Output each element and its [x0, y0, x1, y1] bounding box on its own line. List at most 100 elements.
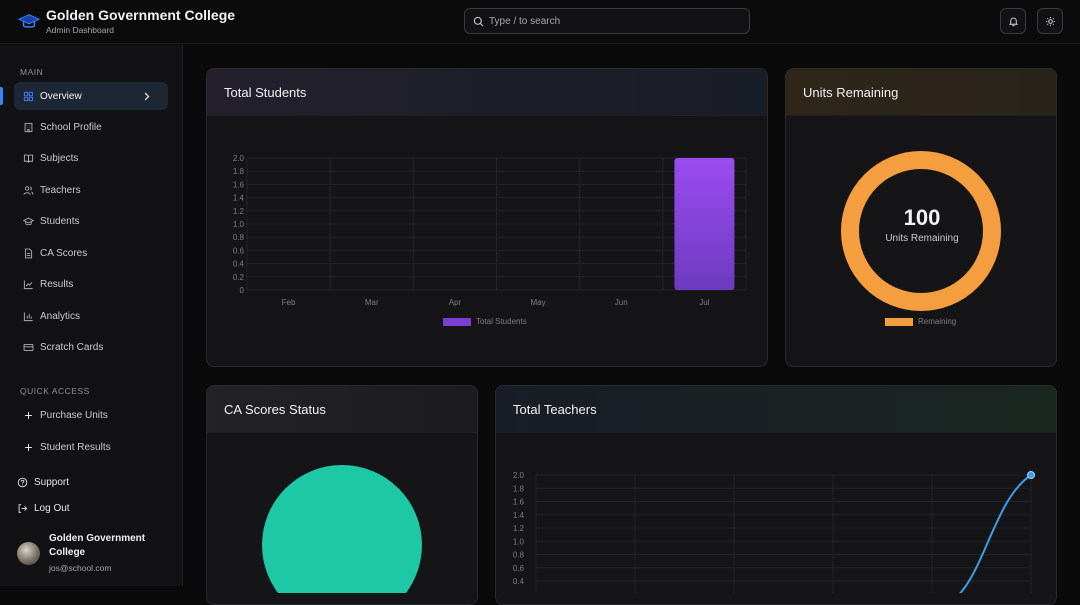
- user-profile[interactable]: Golden Government College jos@school.com: [17, 532, 159, 573]
- y-tick-label: 0: [240, 286, 245, 295]
- x-tick-label: Mar: [365, 298, 379, 307]
- avatar: [17, 542, 40, 565]
- sidebar-item-analytics[interactable]: Analytics: [14, 302, 168, 330]
- plus-icon: [25, 443, 32, 451]
- sidebar-item-label: Teachers: [40, 184, 81, 196]
- sidebar-item-scratch-cards[interactable]: Scratch Cards: [14, 333, 168, 361]
- book-icon: [23, 154, 34, 163]
- section-label-quick-access: QUICK ACCESS: [20, 386, 90, 396]
- y-tick-label: 0.6: [513, 564, 525, 573]
- card-title: Total Teachers: [496, 386, 1056, 433]
- card-title: CA Scores Status: [207, 386, 477, 433]
- y-tick-label: 1.0: [233, 220, 245, 229]
- y-tick-label: 0.8: [513, 551, 525, 560]
- file-icon: [24, 248, 33, 258]
- pie-slice[interactable]: [262, 465, 422, 593]
- sidebar-item-subjects[interactable]: Subjects: [14, 144, 168, 172]
- x-tick-label: May: [531, 298, 546, 307]
- brand[interactable]: Golden Government College Admin Dashboar…: [18, 7, 235, 36]
- donut-slice-remaining[interactable]: [841, 151, 1001, 311]
- sidebar-item-label: Students: [40, 215, 80, 227]
- building-icon: [24, 122, 33, 132]
- notifications-button[interactable]: [1000, 8, 1026, 34]
- grid-icon: [23, 91, 34, 101]
- x-tick-label: Apr: [449, 298, 462, 307]
- sidebar-item-ca-scores[interactable]: CA Scores: [14, 239, 168, 267]
- y-tick-label: 1.8: [233, 167, 245, 176]
- sidebar-item-label: CA Scores: [40, 247, 88, 259]
- legend-label: Total Students: [476, 317, 527, 326]
- quick-purchase-units[interactable]: Purchase Units: [14, 401, 168, 429]
- y-tick-label: 1.4: [513, 511, 525, 520]
- legend-swatch: [443, 317, 471, 326]
- y-tick-label: 1.8: [513, 484, 525, 493]
- legend-swatch: [885, 317, 913, 326]
- graduation-cap-icon: [23, 217, 34, 225]
- y-tick-label: 1.2: [513, 524, 525, 533]
- x-tick-label: Feb: [282, 298, 296, 307]
- units-remaining-card: Units Remaining 100 Units Remaining Rema…: [785, 68, 1057, 367]
- support-label: Support: [34, 477, 70, 488]
- sidebar-item-students[interactable]: Students: [14, 207, 168, 235]
- total-teachers-card: Total Teachers 0.4 0.6 0.8 1.0 1.2 1.4 1.6 1.8 2…: [495, 385, 1057, 605]
- graduation-cap-logo-icon: [18, 13, 40, 28]
- quick-item-label: Purchase Units: [40, 409, 108, 421]
- active-indicator: [0, 87, 3, 105]
- sidebar-item-label: Analytics: [40, 310, 81, 322]
- quick-student-results[interactable]: Student Results: [14, 433, 168, 461]
- donut-center-caption: Units Remaining: [885, 233, 959, 244]
- y-tick-label: 0.8: [233, 233, 245, 242]
- chart-legend[interactable]: Remaining: [885, 317, 956, 326]
- top-bar: Golden Government College Admin Dashboar…: [0, 0, 1080, 44]
- x-tick-label: Jun: [615, 298, 628, 307]
- chart-legend[interactable]: Total Students: [443, 317, 527, 326]
- logout-label: Log Out: [34, 503, 70, 514]
- total-students-card: Total Students 0 0.2 0.4 0.6 0.8 1.0 1.2 1.4 1.6…: [206, 68, 768, 367]
- user-name: Golden Government College: [49, 533, 146, 558]
- series-line[interactable]: [932, 474, 1032, 593]
- bell-icon: [1008, 17, 1018, 26]
- chevron-right-icon: [144, 92, 150, 100]
- y-tick-label: 1.4: [233, 194, 245, 203]
- quick-item-label: Student Results: [40, 441, 111, 453]
- y-tick-label: 2.0: [513, 471, 525, 480]
- bar[interactable]: [674, 158, 735, 290]
- sidebar-item-label: Overview: [40, 90, 82, 102]
- y-tick-label: 0.4: [233, 260, 245, 269]
- theme-toggle-button[interactable]: [1037, 8, 1063, 34]
- y-tick-label: 1.2: [233, 207, 245, 216]
- legend-label: Remaining: [918, 317, 957, 326]
- sidebar-item-label: Results: [40, 278, 74, 290]
- help-circle-icon: [17, 477, 28, 488]
- y-tick-label: 0.2: [233, 273, 245, 282]
- sidebar-item-results[interactable]: Results: [14, 270, 168, 298]
- trend-icon: [23, 279, 33, 289]
- logout-icon: [18, 504, 28, 513]
- plus-icon: [25, 411, 32, 419]
- y-tick-label: 1.6: [513, 498, 525, 507]
- data-point[interactable]: [1027, 471, 1035, 479]
- card-title: Units Remaining: [786, 69, 1056, 116]
- sidebar-item-overview[interactable]: Overview: [14, 82, 168, 110]
- sidebar: MAIN Overview School Profile Subjects Te…: [0, 45, 183, 586]
- bar-chart-icon: [23, 311, 33, 321]
- ca-pie-chart: [262, 465, 422, 593]
- sidebar-item-school-profile[interactable]: School Profile: [14, 113, 168, 141]
- search-input[interactable]: [489, 15, 729, 27]
- card-title: Total Students: [207, 69, 767, 116]
- x-tick-label: Jul: [699, 298, 709, 307]
- donut-center-value: 100: [903, 205, 941, 230]
- sun-icon: [1045, 16, 1055, 26]
- section-label-main: MAIN: [20, 67, 44, 77]
- users-icon: [23, 185, 34, 195]
- support-link[interactable]: Support: [17, 477, 69, 488]
- sidebar-item-label: Subjects: [40, 152, 79, 164]
- search-box[interactable]: [464, 8, 750, 34]
- card-icon: [23, 343, 34, 351]
- sidebar-item-teachers[interactable]: Teachers: [14, 176, 168, 204]
- user-email: jos@school.com: [49, 563, 112, 573]
- y-tick-label: 0.6: [233, 246, 245, 255]
- search-icon: [473, 16, 484, 26]
- y-tick-label: 1.6: [233, 180, 245, 189]
- logout-link[interactable]: Log Out: [17, 503, 70, 514]
